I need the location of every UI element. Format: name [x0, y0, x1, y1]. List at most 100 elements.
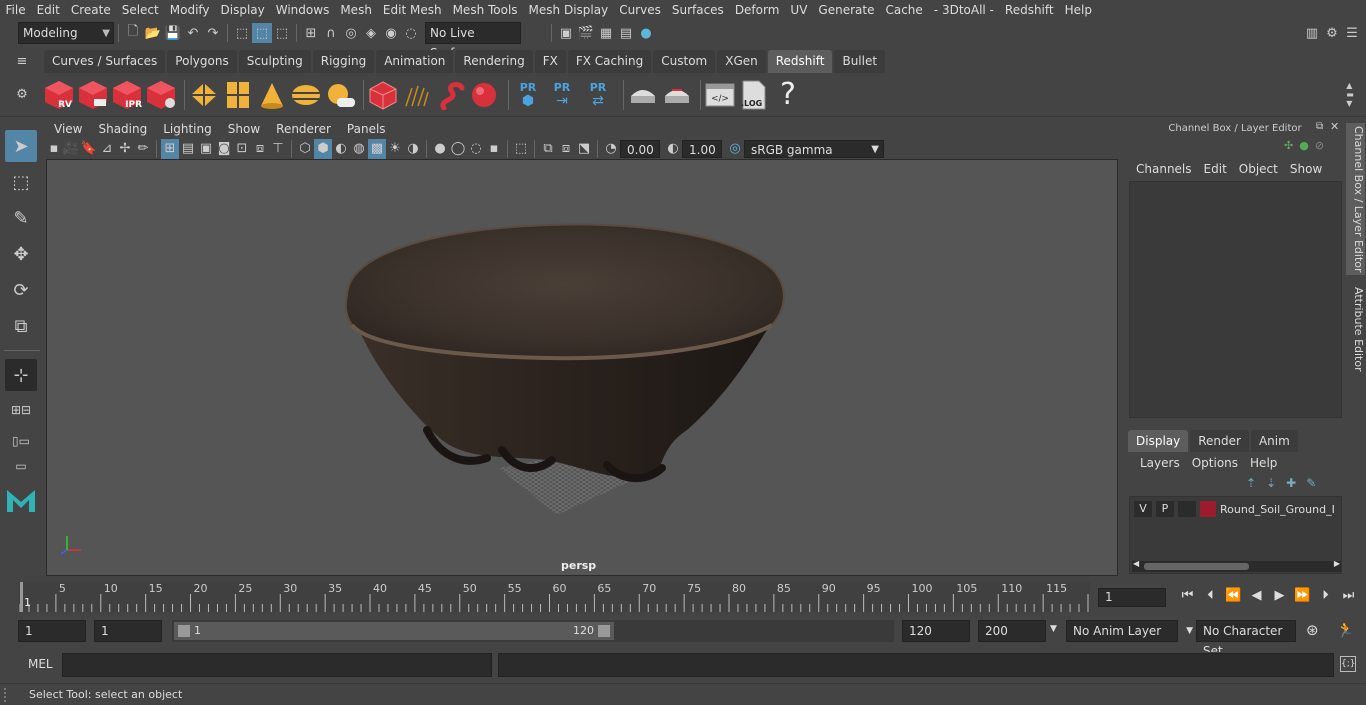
ambient-occlusion-icon[interactable]: ● [431, 139, 449, 159]
snap-curve-icon[interactable]: ∩ [321, 23, 341, 43]
step-forward-icon[interactable]: ⏵ [1314, 588, 1337, 603]
scene-end-field[interactable]: 200 [978, 620, 1046, 642]
render-view-rv-icon[interactable]: RV [44, 80, 74, 110]
layer-menu-options[interactable]: Options [1186, 454, 1244, 472]
pr-export-icon[interactable]: PR ⇥ [547, 80, 577, 110]
scroll-left-icon[interactable]: ◀ [1133, 559, 1139, 568]
shelf-tab-polygons[interactable]: Polygons [167, 50, 237, 73]
layout-split-icon[interactable]: ▯▭ [5, 429, 37, 453]
timeline-track[interactable]: 5 10 15 20 25 30 35 40 45 50 55 60 65 70 75 80 85 90 95 100… [18, 582, 1090, 612]
snap-live-icon[interactable]: ◌ [401, 23, 421, 43]
modeling-toolkit-icon[interactable]: ⚙ [1322, 23, 1342, 43]
green-dot-icon[interactable]: ● [1299, 139, 1309, 152]
dome-light-icon[interactable] [291, 80, 321, 110]
range-start-handle[interactable] [178, 625, 190, 637]
layer-tab-render[interactable]: Render [1190, 430, 1249, 452]
layer-row[interactable]: V P Round_Soil_Ground_Is [1134, 501, 1339, 517]
render-frame-icon[interactable]: 🎬 [576, 23, 596, 43]
bookmark-icon[interactable]: 🔖 [80, 139, 98, 159]
spot-light-icon[interactable] [257, 80, 287, 110]
backface-culling-icon[interactable]: ⬔ [575, 139, 593, 159]
panel-float-icon[interactable]: ⧉ [1316, 121, 1323, 132]
select-component-icon[interactable]: ⬚ [272, 23, 292, 43]
pr-sync-icon[interactable]: PR ⇄ [581, 80, 615, 110]
viewport-menu-panels[interactable]: Panels [339, 120, 394, 138]
range-slider-fill[interactable]: 1 120 [174, 622, 614, 640]
menu-item-modify[interactable]: Modify [164, 0, 215, 20]
layer-playback-toggle[interactable]: P [1156, 501, 1174, 517]
viewport-persp[interactable]: persp [46, 159, 1118, 576]
shelf-tab-redshift[interactable]: Redshift [767, 50, 833, 73]
shelf-tab-rendering[interactable]: Rendering [455, 50, 533, 73]
select-object-icon[interactable]: ⬚ [252, 23, 272, 43]
shelf-tab-rigging[interactable]: Rigging [312, 50, 375, 73]
select-camera-icon[interactable]: ▪ [46, 139, 62, 159]
current-frame-field[interactable]: 1 [1098, 588, 1166, 607]
menu-item-deform[interactable]: Deform [729, 0, 785, 20]
step-forward-key-icon[interactable]: ⏩ [1291, 588, 1314, 603]
use-lights-icon[interactable]: ☀ [386, 139, 404, 159]
shelf-tab-xgen[interactable]: XGen [717, 50, 766, 73]
save-scene-icon[interactable]: 💾 [163, 23, 183, 43]
range-end-handle[interactable] [598, 625, 610, 637]
layer-list-scrollbar[interactable]: ◀ ▶ [1132, 559, 1341, 572]
move-layer-down-icon[interactable]: ⇣ [1266, 476, 1276, 490]
exposure-field[interactable]: 0.00 [620, 139, 660, 158]
soft-select-icon[interactable]: ⊹ [5, 359, 37, 391]
layer-color-swatch[interactable] [1200, 501, 1216, 517]
field-chart-icon[interactable]: ⊡ [233, 139, 251, 159]
gamma-icon[interactable]: ◐ [664, 139, 682, 159]
render-ipr-icon[interactable]: IPR [112, 80, 142, 110]
chevron-down-icon[interactable]: ▼ [1050, 624, 1057, 634]
menu-item-create[interactable]: Create [65, 0, 116, 20]
attribute-editor-side-tab[interactable]: Attribute Editor [1346, 281, 1365, 377]
snap-point-icon[interactable]: ◎ [341, 23, 361, 43]
viewport-menu-lighting[interactable]: Lighting [155, 120, 220, 138]
live-surface-field[interactable]: No Live Surface [425, 22, 521, 60]
scroll-right-icon[interactable]: ▶ [1334, 559, 1340, 568]
select-tool-icon[interactable]: ➤ [5, 130, 37, 162]
close-icon[interactable]: ✕ [1330, 120, 1339, 133]
menu-item-mesh-tools[interactable]: Mesh Tools [447, 0, 523, 20]
go-to-end-icon[interactable]: ⏭ [1337, 588, 1360, 603]
smooth-shade-icon[interactable]: ⬢ [314, 138, 332, 159]
exposure-icon[interactable]: ◔ [602, 139, 620, 159]
current-time-indicator[interactable] [20, 582, 23, 612]
viewport-menu-shading[interactable]: Shading [90, 120, 155, 138]
axis-icon[interactable]: ✣ [1284, 139, 1293, 152]
hair-icon[interactable] [402, 80, 432, 110]
scrollbar-thumb[interactable] [1144, 563, 1249, 570]
menu-item-select[interactable]: Select [116, 0, 164, 20]
step-back-icon[interactable]: ⏴ [1199, 588, 1222, 603]
gamma-field[interactable]: 1.00 [682, 139, 722, 158]
sphere-object-icon[interactable] [470, 80, 500, 110]
auto-key-icon[interactable]: 🏃 [1336, 621, 1355, 639]
channel-box-menu-object[interactable]: Object [1233, 159, 1284, 179]
undo-icon[interactable]: ↶ [183, 23, 203, 43]
play-forward-icon[interactable]: ▶ [1268, 588, 1291, 603]
snap-surface-icon[interactable]: ◉ [381, 23, 401, 43]
pr-cube-icon[interactable]: PR ⬢ [513, 80, 543, 110]
shelf-menu-icon[interactable]: ≡ [0, 52, 44, 72]
color-management-icon[interactable]: ◎ [726, 139, 744, 159]
menu-item-surfaces[interactable]: Surfaces [666, 0, 729, 20]
rotate-tool-icon[interactable]: ⟳ [5, 274, 37, 306]
menu-item-display[interactable]: Display [215, 0, 270, 20]
textured-icon[interactable]: ▩ [368, 138, 386, 159]
layer-tab-anim[interactable]: Anim [1250, 430, 1298, 452]
film-gate-icon[interactable]: ▤ [179, 139, 197, 159]
wireframe-on-shaded-icon[interactable]: ◐ [332, 139, 350, 159]
layout-quad-icon[interactable]: ⊞⊟ [5, 395, 37, 425]
menu-item-3dtoall[interactable]: - 3DtoAll - [928, 0, 999, 20]
snap-grid-icon[interactable]: ⊞ [301, 23, 321, 43]
menu-item-redshift[interactable]: Redshift [999, 0, 1059, 20]
render-sequence-icon[interactable] [78, 80, 108, 110]
scene-start-field[interactable]: 1 [18, 620, 86, 642]
shelf-tab-animation[interactable]: Animation [376, 50, 454, 73]
sun-sky-icon[interactable] [325, 80, 355, 110]
depth-of-field-icon[interactable]: ▪ [485, 139, 503, 159]
isolate-select-icon[interactable]: ⬚ [512, 139, 530, 159]
bake-icon[interactable] [628, 80, 658, 110]
shadows-icon[interactable]: ◑ [404, 139, 422, 159]
move-layer-up-icon[interactable]: ⇡ [1246, 476, 1256, 490]
